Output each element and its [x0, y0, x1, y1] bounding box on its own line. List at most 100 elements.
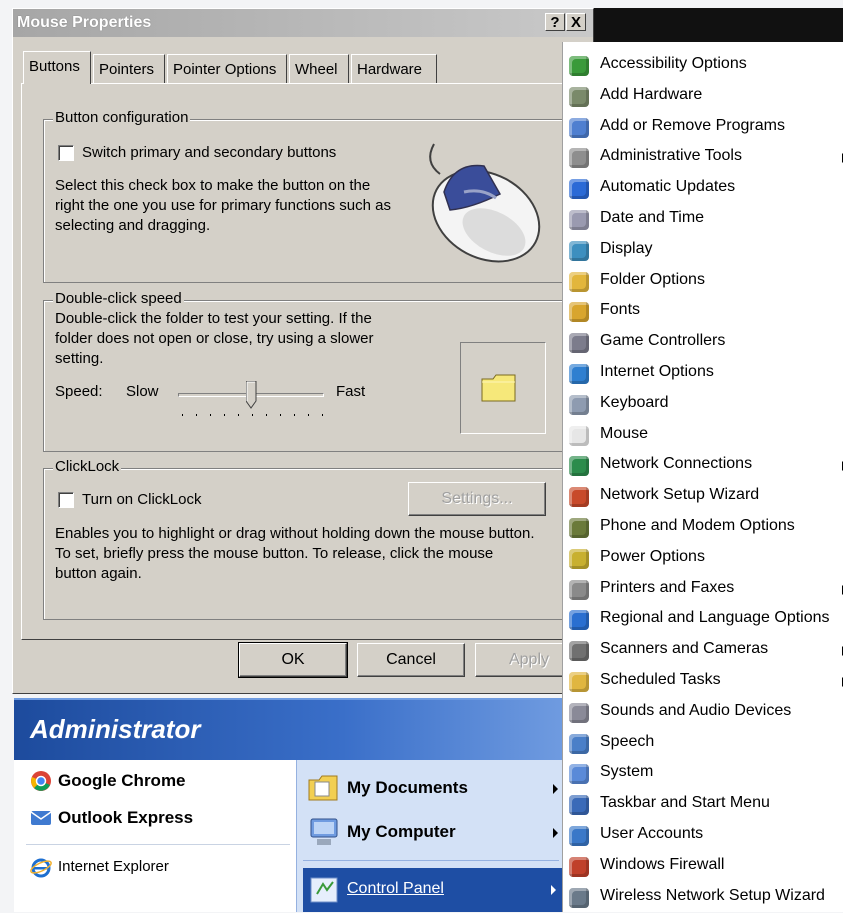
speed-slider-thumb[interactable] — [245, 380, 257, 409]
dialog-title: Mouse Properties — [17, 14, 152, 31]
cp-menu-item-label: Automatic Updates — [600, 178, 736, 196]
tab-wheel[interactable]: Wheel — [289, 54, 349, 83]
cp-menu-item-label: Network Setup Wizard — [600, 486, 760, 504]
cp-menu-item-label: Internet Options — [600, 363, 714, 380]
checkbox-label[interactable]: Switch primary and secondary buttons — [82, 143, 336, 163]
administrative-tools-icon — [569, 148, 589, 169]
cp-menu-item-label: Windows Firewall — [600, 855, 725, 873]
cp-menu-item[interactable]: Display — [563, 235, 843, 266]
cp-menu-item-label: Power Options — [600, 547, 705, 565]
fast-label: Fast — [336, 383, 366, 400]
group-title: ClickLock — [53, 458, 122, 475]
recent-item-internet-explorer[interactable]: Internet Explorer — [26, 854, 286, 880]
windows-firewall-icon — [569, 856, 589, 877]
cp-menu-item[interactable]: Fonts — [563, 296, 843, 327]
cp-menu-item[interactable]: Add or Remove Programs — [563, 112, 843, 143]
date-time-icon — [569, 210, 589, 230]
folder-options-icon — [569, 271, 589, 292]
checkbox-label[interactable]: Turn on ClickLock — [82, 490, 202, 510]
switch-buttons-checkbox[interactable] — [58, 145, 74, 161]
cp-menu-item[interactable]: Speech — [563, 728, 843, 759]
settings-button[interactable]: Settings... — [408, 482, 546, 516]
cp-menu-item-label: Accessibility Options — [600, 55, 747, 72]
cp-menu-item-label: User Accounts — [600, 825, 704, 842]
pinned-item-outlook-express[interactable]: Outlook Express — [26, 805, 286, 831]
power-options-icon — [569, 548, 589, 569]
cp-menu-item-label: Phone and Modem Options — [600, 517, 795, 534]
cp-menu-item-label: Folder Options — [600, 270, 705, 288]
tab-hardware[interactable]: Hardware — [351, 54, 437, 83]
test-folder-area[interactable] — [460, 342, 546, 434]
cp-menu-item[interactable]: Scanners and Cameras — [563, 635, 843, 666]
cp-menu-item[interactable]: Internet Options — [563, 358, 843, 389]
cp-menu-item-label: Add Hardware — [600, 85, 703, 103]
network-setup-wizard-icon — [569, 487, 589, 508]
help-button[interactable]: ? — [545, 13, 565, 31]
control-panel-submenu: Accessibility Options Add Hardware Add or … — [562, 42, 843, 912]
cp-menu-item-label: Taskbar and Start Menu — [600, 794, 770, 812]
speech-icon — [569, 733, 589, 754]
control-panel-item[interactable]: Control Panel — [303, 868, 563, 912]
slow-label: Slow — [126, 383, 159, 400]
cp-menu-item[interactable]: Phone and Modem Options — [563, 512, 843, 543]
separator — [303, 860, 559, 861]
separator — [26, 844, 290, 845]
my-documents-label: My Documents — [347, 778, 468, 797]
cp-menu-item[interactable]: Add Hardware — [563, 81, 843, 112]
pinned-item-google-chrome[interactable]: Google Chrome — [26, 768, 286, 794]
game-controllers-icon — [569, 333, 589, 354]
pinned-item-label: Google Chrome — [58, 771, 186, 790]
description-text: Double-click the folder to test your set… — [55, 310, 374, 367]
cp-menu-item[interactable]: Date and Time — [563, 204, 843, 235]
cp-menu-item[interactable]: Printers and Faxes — [563, 574, 843, 605]
cp-menu-item[interactable]: Automatic Updates — [563, 173, 843, 204]
cp-menu-item[interactable]: Scheduled Tasks — [563, 666, 843, 697]
mouse-icon — [569, 425, 589, 446]
automatic-updates-icon — [569, 179, 589, 200]
description-text: Enables you to highlight or drag without… — [55, 525, 535, 582]
cp-menu-item[interactable]: Network Setup Wizard — [563, 481, 843, 512]
cp-menu-item[interactable]: Mouse — [563, 420, 843, 451]
mouse-illustration-icon — [429, 143, 541, 263]
cp-menu-item[interactable]: Game Controllers — [563, 327, 843, 358]
cp-menu-item[interactable]: Network Connections — [563, 450, 843, 481]
cp-menu-item[interactable]: User Accounts — [563, 820, 843, 851]
cp-menu-item[interactable]: Sounds and Audio Devices — [563, 697, 843, 728]
cp-menu-item[interactable]: System — [563, 758, 843, 789]
submenu-arrow-icon — [553, 784, 558, 794]
my-computer-label: My Computer — [347, 822, 456, 841]
phone-modem-icon — [569, 518, 589, 538]
keyboard-icon — [569, 394, 589, 415]
network-connections-icon — [569, 456, 589, 477]
folder-icon[interactable] — [481, 373, 517, 403]
accessibility-icon — [569, 56, 589, 76]
cp-menu-item[interactable]: Wireless Network Setup Wizard — [563, 882, 843, 913]
cp-menu-item[interactable]: Taskbar and Start Menu — [563, 789, 843, 820]
cp-menu-item[interactable]: Windows Firewall — [563, 851, 843, 882]
my-documents-item[interactable]: My Documents — [307, 770, 559, 808]
cp-menu-item[interactable]: Accessibility Options — [563, 50, 843, 81]
cancel-button[interactable]: Cancel — [357, 643, 465, 677]
cp-menu-item[interactable]: Folder Options — [563, 266, 843, 297]
cp-menu-item[interactable]: Regional and Language Options — [563, 604, 843, 635]
tab-pointers[interactable]: Pointers — [93, 54, 165, 83]
background-strip — [594, 8, 843, 42]
tab-pointer-options[interactable]: Pointer Options — [167, 54, 287, 83]
cp-menu-item[interactable]: Keyboard — [563, 389, 843, 420]
close-button[interactable]: X — [566, 13, 586, 31]
outlook-express-icon — [30, 811, 52, 825]
cp-menu-item[interactable]: Power Options — [563, 543, 843, 574]
clicklock-checkbox[interactable] — [58, 492, 74, 508]
submenu-arrow-icon — [553, 828, 558, 838]
cp-menu-item-label: Printers and Faxes — [600, 578, 735, 596]
cp-menu-item-label: Network Connections — [600, 455, 753, 473]
dialog-titlebar: Mouse Properties ? X — [13, 9, 593, 37]
tab-buttons[interactable]: Buttons — [23, 51, 91, 84]
internet-explorer-icon — [30, 858, 52, 878]
tab-panel: Button configuration Switch primary and … — [21, 83, 585, 640]
cp-menu-item-label: Date and Time — [600, 209, 705, 226]
cp-menu-item[interactable]: Administrative Tools — [563, 142, 843, 173]
control-panel-icon — [310, 877, 338, 903]
ok-button[interactable]: OK — [238, 642, 348, 678]
my-computer-item[interactable]: My Computer — [307, 814, 559, 852]
